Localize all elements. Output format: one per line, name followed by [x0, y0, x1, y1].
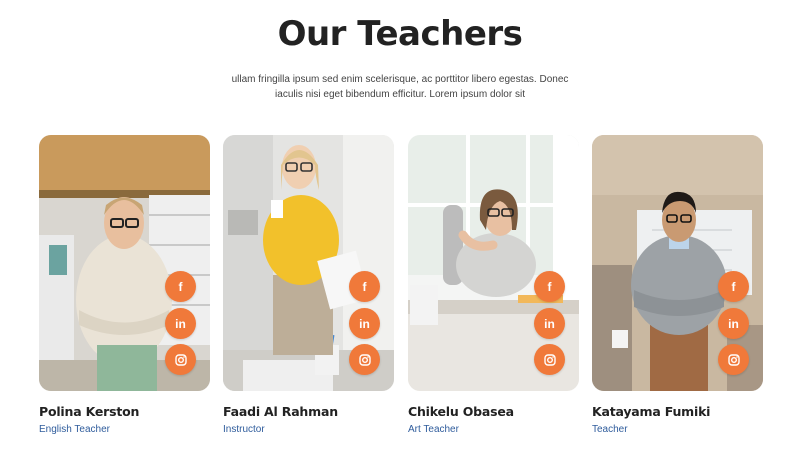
facebook-button[interactable]: f [718, 271, 749, 302]
teacher-card: f in Faadi Al Rahman Instructor [223, 135, 394, 435]
linkedin-button[interactable]: in [534, 308, 565, 339]
facebook-icon: f [547, 279, 552, 294]
teacher-role: Instructor [223, 424, 265, 435]
instagram-icon [174, 353, 187, 366]
teacher-card: f in Polina Kerston English Teacher [39, 135, 210, 435]
facebook-icon: f [178, 279, 183, 294]
teacher-photo: f in [223, 135, 394, 391]
linkedin-icon: in [544, 316, 555, 331]
linkedin-button[interactable]: in [165, 308, 196, 339]
facebook-icon: f [731, 279, 736, 294]
teacher-role: Teacher [592, 424, 628, 435]
linkedin-icon: in [728, 316, 739, 331]
section-subtitle: ullam fringilla ipsum sed enim scelerisq… [231, 74, 569, 100]
instagram-icon [727, 353, 740, 366]
instagram-button[interactable] [165, 344, 196, 375]
teacher-name[interactable]: Chikelu Obasea [408, 404, 579, 419]
linkedin-button[interactable]: in [718, 308, 749, 339]
facebook-button[interactable]: f [165, 271, 196, 302]
teacher-card: f in Chikelu Obasea Art Teacher [408, 135, 579, 435]
instagram-button[interactable] [718, 344, 749, 375]
teacher-name[interactable]: Polina Kerston [39, 404, 210, 419]
instagram-button[interactable] [534, 344, 565, 375]
teachers-section: Our Teachers ullam fringilla ipsum sed e… [0, 0, 800, 469]
teacher-name[interactable]: Faadi Al Rahman [223, 404, 394, 419]
teacher-photo: f in [39, 135, 210, 391]
instagram-button[interactable] [349, 344, 380, 375]
teacher-photo: f in [592, 135, 763, 391]
section-title: Our Teachers [277, 14, 523, 54]
instagram-icon [358, 353, 371, 366]
facebook-button[interactable]: f [349, 271, 380, 302]
teacher-name[interactable]: Katayama Fumiki [592, 404, 763, 419]
teacher-role: Art Teacher [408, 424, 459, 435]
facebook-icon: f [362, 279, 367, 294]
linkedin-icon: in [359, 316, 370, 331]
teacher-card: f in Katayama Fumiki Teacher [592, 135, 763, 435]
linkedin-icon: in [175, 316, 186, 331]
facebook-button[interactable]: f [534, 271, 565, 302]
instagram-icon [543, 353, 556, 366]
teacher-role: English Teacher [39, 424, 110, 435]
linkedin-button[interactable]: in [349, 308, 380, 339]
teacher-cards: f in Polina Kerston English Teacher f in… [39, 135, 764, 445]
teacher-photo: f in [408, 135, 579, 391]
